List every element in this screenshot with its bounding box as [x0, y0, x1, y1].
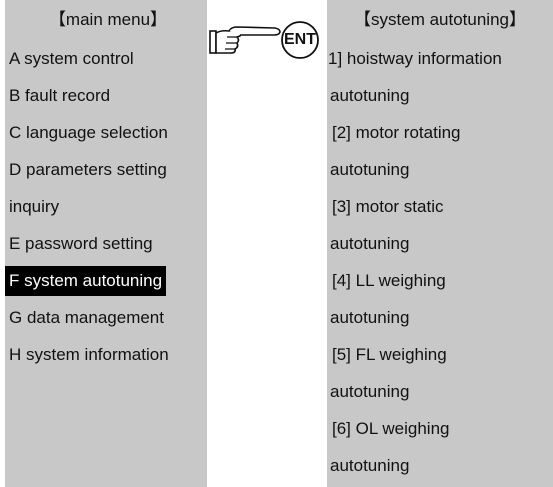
autotune-line-hoistway[interactable]: 1] hoistway information [327, 40, 553, 77]
menu-item-data-management[interactable]: G data management [5, 299, 207, 336]
enter-key-hint: ENT [207, 20, 327, 70]
menu-item-fault-record[interactable]: B fault record [5, 77, 207, 114]
menu-item-language-selection[interactable]: C language selection [5, 114, 207, 151]
autotuning-list: 1] hoistway information autotuning [2] m… [327, 40, 553, 484]
autotune-line-motor-static[interactable]: [3] motor static [327, 188, 553, 225]
autotune-line-motor-rotating-cont[interactable]: autotuning [327, 151, 553, 188]
menu-item-system-information[interactable]: H system information [5, 336, 207, 373]
main-menu-panel: 【main menu】 A system control B fault rec… [5, 0, 207, 487]
autotune-line-fl-weighing[interactable]: [5] FL weighing [327, 336, 553, 373]
autotune-line-ol-weighing[interactable]: [6] OL weighing [327, 410, 553, 447]
autotune-line-motor-static-cont[interactable]: autotuning [327, 225, 553, 262]
ent-key-button[interactable]: ENT [282, 27, 318, 53]
menu-item-password-setting[interactable]: E password setting [5, 225, 207, 262]
menu-item-system-autotuning[interactable]: F system autotuning [5, 262, 207, 299]
main-menu-title: 【main menu】 [48, 10, 168, 29]
autotune-line-fl-weighing-cont[interactable]: autotuning [327, 373, 553, 410]
autotune-line-ll-weighing-cont[interactable]: autotuning [327, 299, 553, 336]
menu-item-system-control[interactable]: A system control [5, 40, 207, 77]
system-autotuning-title: 【system autotuning】 [354, 10, 526, 29]
system-autotuning-panel: 【system autotuning】 1] hoistway informat… [327, 0, 553, 487]
autotune-line-motor-rotating[interactable]: [2] motor rotating [327, 114, 553, 151]
autotune-line-ol-weighing-cont[interactable]: autotuning [327, 447, 553, 484]
main-menu-list: A system control B fault record C langua… [5, 40, 207, 373]
menu-item-parameters-inquiry[interactable]: inquiry [5, 188, 207, 225]
autotune-line-hoistway-cont[interactable]: autotuning [327, 77, 553, 114]
autotune-line-ll-weighing[interactable]: [4] LL weighing [327, 262, 553, 299]
menu-item-parameters-setting[interactable]: D parameters setting [5, 151, 207, 188]
